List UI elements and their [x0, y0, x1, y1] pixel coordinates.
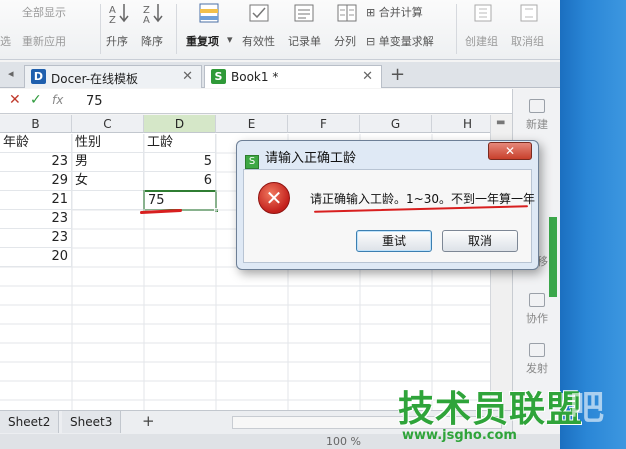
sort-desc-button[interactable]: 降序 — [141, 33, 163, 49]
side-new-button[interactable]: 新建 — [513, 99, 561, 132]
dialog-body: ✕ 请正确输入工龄。1~30。不到一年算一年 重试 取消 — [243, 169, 535, 263]
merge-calc-label: 合并计算 — [378, 6, 423, 19]
new-document-icon — [529, 99, 545, 113]
tab-docer-templates[interactable]: D Docer-在线模板 ✕ — [24, 65, 202, 88]
dialog-title-text: 请输入正确工龄 — [265, 151, 357, 166]
merge-calc-button[interactable]: ⊞ 合并计算 — [366, 4, 423, 20]
panel-handle[interactable] — [549, 217, 557, 297]
side-send-label: 发射 — [526, 362, 548, 375]
spreadsheet-logo-icon: S — [211, 69, 226, 84]
record-form-button[interactable]: 记录单 — [288, 33, 321, 49]
sort-asc-button[interactable]: 升序 — [106, 33, 128, 49]
formula-bar: ✕ ✓ fx 75 — [0, 89, 512, 114]
retry-button[interactable]: 重试 — [356, 230, 432, 252]
duplicates-button[interactable]: 重复项 — [186, 33, 219, 49]
sheet-tab-sheet3[interactable]: Sheet3 — [62, 411, 122, 433]
zoom-level[interactable]: 100 % — [326, 435, 361, 448]
insert-function-icon[interactable]: fx — [52, 93, 63, 107]
split-column-button[interactable]: 分列 — [334, 33, 356, 49]
tab-label: Book1 * — [231, 70, 279, 84]
close-icon[interactable]: ✕ — [362, 69, 373, 84]
group-icon — [474, 4, 492, 22]
validity-button[interactable]: 有效性 — [242, 33, 275, 49]
document-tab-bar: ◂ D Docer-在线模板 ✕ S Book1 * ✕ + — [0, 62, 560, 88]
side-collab-button[interactable]: 协作 — [513, 293, 561, 326]
watermark-logo-text: 技术员联盟 — [398, 389, 584, 430]
sort-ascending-icon: AZ — [109, 4, 129, 24]
ribbon-divider — [456, 4, 457, 54]
new-tab-plus-icon[interactable]: + — [390, 64, 405, 85]
ribbon-divider — [176, 4, 177, 54]
formula-input[interactable]: 75 — [86, 94, 103, 109]
error-dialog: S 请输入正确工龄 ✕ ✕ 请正确输入工龄。1~30。不到一年算一年 重试 取消 — [236, 140, 539, 270]
chevron-down-icon[interactable]: ▾ — [227, 33, 233, 46]
reapply-button[interactable]: 重新应用 — [22, 33, 66, 49]
scroll-up-icon[interactable]: ▬ — [496, 117, 505, 128]
filter-button-partial[interactable]: 选 — [0, 33, 11, 49]
split-column-icon — [337, 4, 357, 22]
tab-book1[interactable]: S Book1 * ✕ — [204, 65, 382, 88]
side-new-label: 新建 — [526, 118, 548, 131]
docer-logo-icon: D — [31, 69, 46, 84]
show-all-button[interactable]: 全部显示 — [22, 4, 66, 20]
watermark-url: www.jsgho.com — [402, 428, 517, 443]
what-if-button[interactable]: ⊟ 单变量求解 — [366, 33, 434, 49]
duplicates-icon — [199, 3, 219, 23]
tab-scroll-left-icon[interactable]: ◂ — [8, 67, 14, 80]
add-sheet-icon[interactable]: + — [142, 412, 155, 430]
sheet-tab-sheet2[interactable]: Sheet2 — [0, 411, 60, 433]
wps-spreadsheet-icon: S — [245, 155, 259, 169]
ribbon-divider — [100, 4, 101, 54]
svg-text:A: A — [143, 15, 150, 24]
dialog-title: S 请输入正确工龄 — [245, 147, 356, 169]
svg-text:Z: Z — [109, 15, 116, 24]
tab-label: Docer-在线模板 — [51, 72, 139, 86]
what-if-label: 单变量求解 — [378, 35, 434, 48]
what-if-icon: ⊟ — [366, 35, 379, 48]
cancel-button[interactable]: 取消 — [442, 230, 518, 252]
close-icon[interactable]: ✕ — [182, 69, 193, 84]
sort-descending-icon: ZA — [143, 4, 163, 24]
confirm-edit-icon[interactable]: ✓ — [30, 92, 42, 108]
ungroup-button[interactable]: 取消组 — [511, 33, 544, 49]
collaboration-icon — [529, 293, 545, 307]
close-icon[interactable]: ✕ — [488, 142, 532, 160]
validity-icon — [249, 4, 269, 22]
send-icon — [529, 343, 545, 357]
side-send-button[interactable]: 发射 — [513, 343, 561, 376]
ribbon-toolbar: 全部显示 选 重新应用 AZ 升序 ZA 降序 重复项 ▾ 有效性 记录单 分列… — [0, 0, 560, 60]
watermark-ghost-glyph: 吧 — [570, 388, 604, 428]
dialog-message: 请正确输入工龄。1~30。不到一年算一年 — [310, 192, 535, 206]
cancel-edit-icon[interactable]: ✕ — [9, 92, 21, 108]
error-x-icon: ✕ — [258, 182, 290, 214]
ungroup-icon — [520, 4, 538, 22]
record-form-icon — [294, 4, 314, 22]
create-group-button[interactable]: 创建组 — [465, 33, 498, 49]
side-collab-label: 协作 — [526, 312, 548, 325]
merge-calc-icon: ⊞ — [366, 6, 379, 19]
